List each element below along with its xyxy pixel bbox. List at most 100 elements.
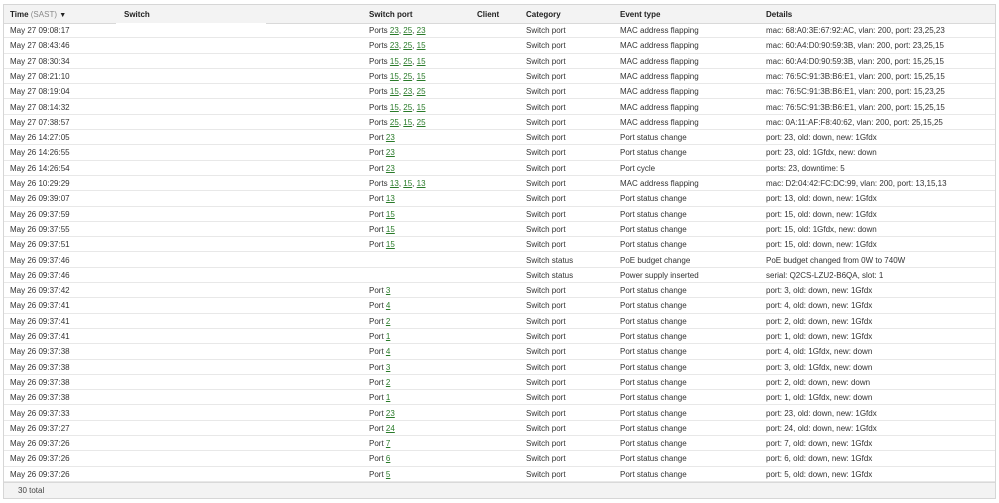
- port-link[interactable]: 15: [386, 210, 395, 219]
- port-link[interactable]: 13: [386, 194, 395, 203]
- column-header-client[interactable]: Client: [477, 10, 499, 19]
- table-row[interactable]: May 26 09:37:38 Port 2 Switch port Port sta…: [4, 374, 995, 391]
- table-row[interactable]: May 26 09:37:26 Port 6 Switch port Port sta…: [4, 451, 995, 467]
- table-row[interactable]: May 27 08:21:10 Ports 15, 25, 15 Switch po…: [4, 68, 995, 85]
- event-type-cell: Port status change: [620, 408, 687, 418]
- port-link[interactable]: 25: [403, 72, 412, 81]
- table-row[interactable]: May 26 09:37:46 Switch status PoE budget c…: [4, 252, 995, 268]
- table-row[interactable]: May 26 09:37:26 Port 5 Switch port Port sta…: [4, 466, 995, 482]
- table-row[interactable]: May 27 08:43:46 Ports 23, 25, 15 Switch po…: [4, 38, 995, 54]
- table-row[interactable]: May 26 09:37:41 Port 4 Switch port Port sta…: [4, 298, 995, 314]
- port-link[interactable]: 3: [386, 363, 390, 372]
- port-link[interactable]: 13: [390, 179, 399, 188]
- switch-cell: [116, 145, 266, 160]
- column-header-event-type[interactable]: Event type: [620, 10, 660, 19]
- port-link[interactable]: 15: [417, 57, 426, 66]
- details-cell: port: 1, old: down, new: 1Gfdx: [766, 332, 873, 341]
- table-row[interactable]: May 26 09:37:38 Port 3 Switch port Port sta…: [4, 359, 995, 375]
- table-row[interactable]: May 26 09:37:55 Port 15 Switch port Port st…: [4, 221, 995, 238]
- time-cell: May 26 09:37:27: [10, 423, 70, 433]
- table-row[interactable]: May 26 09:37:59 Port 15 Switch port Port st…: [4, 206, 995, 222]
- port-link[interactable]: 2: [386, 378, 390, 387]
- table-row[interactable]: May 26 09:37:41 Port 1 Switch port Port sta…: [4, 329, 995, 345]
- time-cell: May 27 09:08:17: [10, 26, 70, 35]
- port-link[interactable]: 6: [386, 454, 390, 463]
- table-row[interactable]: May 26 09:37:51 Port 15 Switch port Port st…: [4, 237, 995, 253]
- table-row[interactable]: May 26 09:39:07 Port 13 Switch port Port st…: [4, 191, 995, 207]
- table-row[interactable]: May 26 10:29:29 Ports 13, 15, 13 Switch po…: [4, 176, 995, 192]
- details-cell: PoE budget changed from 0W to 740W: [766, 255, 906, 265]
- table-row[interactable]: May 26 09:37:46 Switch status Power supply…: [4, 267, 995, 284]
- column-header-switch-port[interactable]: Switch port: [369, 10, 413, 19]
- port-link[interactable]: 4: [386, 301, 390, 310]
- time-cell: May 26 09:37:38: [10, 393, 70, 403]
- table-row[interactable]: May 26 09:37:27 Port 24 Switch port Port st…: [4, 420, 995, 437]
- port-link[interactable]: 15: [390, 87, 399, 96]
- details-cell: port: 2, old: down, new: 1Gfdx: [766, 316, 873, 326]
- table-row[interactable]: May 26 14:27:05 Port 23 Switch port Port st…: [4, 130, 995, 146]
- table-row[interactable]: May 27 08:14:32 Ports 15, 25, 15 Switch po…: [4, 99, 995, 115]
- table-row[interactable]: May 26 09:37:33 Port 23 Switch port Port st…: [4, 405, 995, 421]
- port-link[interactable]: 15: [390, 57, 399, 66]
- port-link[interactable]: 23: [403, 87, 412, 96]
- port-link[interactable]: 1: [386, 332, 390, 341]
- time-cell: May 26 10:29:29: [10, 179, 70, 188]
- port-link[interactable]: 25: [417, 87, 426, 96]
- port-link[interactable]: 23: [386, 409, 395, 418]
- table-row[interactable]: May 27 08:30:34 Ports 15, 25, 15 Switch po…: [4, 53, 995, 69]
- port-link[interactable]: 23: [386, 133, 395, 142]
- port-link[interactable]: 15: [403, 118, 412, 127]
- port-link[interactable]: 25: [403, 57, 412, 66]
- port-link[interactable]: 25: [403, 41, 412, 50]
- port-link[interactable]: 7: [386, 439, 390, 448]
- sort-desc-icon[interactable]: ▼: [59, 12, 66, 19]
- port-prefix: Port: [369, 347, 384, 357]
- table-row[interactable]: May 26 14:26:54 Port 23 Switch port Port cy…: [4, 160, 995, 176]
- table-row[interactable]: May 27 08:19:04 Ports 15, 23, 25 Switch po…: [4, 84, 995, 100]
- port-link[interactable]: 23: [390, 41, 399, 50]
- table-row[interactable]: May 26 09:37:26 Port 7 Switch port Port sta…: [4, 436, 995, 452]
- table-row[interactable]: May 26 09:37:41 Port 2 Switch port Port sta…: [4, 313, 995, 329]
- column-header-details[interactable]: Details: [766, 10, 792, 19]
- column-header-switch[interactable]: Switch: [124, 10, 150, 19]
- time-cell: May 26 09:37:59: [10, 209, 70, 219]
- category-cell: Switch port: [526, 87, 566, 97]
- port-link[interactable]: 24: [386, 424, 395, 433]
- port-link[interactable]: 3: [386, 286, 390, 295]
- port-link[interactable]: 23: [386, 164, 395, 173]
- port-link[interactable]: 25: [417, 118, 426, 127]
- port-link[interactable]: 13: [417, 179, 426, 188]
- port-link[interactable]: 23: [417, 26, 426, 35]
- time-cell: May 26 09:37:26: [10, 454, 70, 464]
- port-link[interactable]: 15: [417, 72, 426, 81]
- port-link[interactable]: 15: [386, 225, 395, 234]
- port-link[interactable]: 2: [386, 317, 390, 326]
- port-link[interactable]: 25: [390, 118, 399, 127]
- port-link[interactable]: 5: [386, 470, 390, 479]
- time-cell: May 26 09:37:33: [10, 408, 70, 418]
- table-row[interactable]: May 26 09:37:38 Port 1 Switch port Port sta…: [4, 390, 995, 406]
- port-link[interactable]: 15: [417, 41, 426, 50]
- port-link[interactable]: 4: [386, 347, 390, 356]
- port-link[interactable]: 25: [403, 26, 412, 35]
- table-row[interactable]: May 26 09:37:42 Port 3 Switch port Port sta…: [4, 283, 995, 299]
- details-cell: ports: 23, downtime: 5: [766, 163, 845, 173]
- port-link[interactable]: 15: [390, 103, 399, 112]
- event-type-cell: Port status change: [620, 133, 687, 143]
- column-header-time[interactable]: Time (SAST) ▼: [10, 10, 66, 19]
- port-link[interactable]: 15: [390, 72, 399, 81]
- port-link[interactable]: 1: [386, 393, 390, 402]
- port-link[interactable]: 23: [390, 26, 399, 35]
- column-header-category[interactable]: Category: [526, 10, 561, 19]
- port-link[interactable]: 15: [386, 240, 395, 249]
- switch-port-cell: Port 5: [369, 470, 390, 479]
- port-link[interactable]: 23: [386, 148, 395, 157]
- table-row[interactable]: May 26 14:26:55 Port 23 Switch port Port st…: [4, 145, 995, 161]
- port-link[interactable]: 15: [403, 179, 412, 188]
- port-link[interactable]: 25: [403, 103, 412, 112]
- table-row[interactable]: May 26 09:37:38 Port 4 Switch port Port sta…: [4, 344, 995, 360]
- table-row[interactable]: May 27 07:38:57 Ports 25, 15, 25 Switch po…: [4, 114, 995, 131]
- details-cell: port: 24, old: down, new: 1Gfdx: [766, 423, 877, 433]
- port-link[interactable]: 15: [417, 103, 426, 112]
- table-row[interactable]: May 27 09:08:17 Ports 23, 25, 23 Switch po…: [4, 23, 995, 39]
